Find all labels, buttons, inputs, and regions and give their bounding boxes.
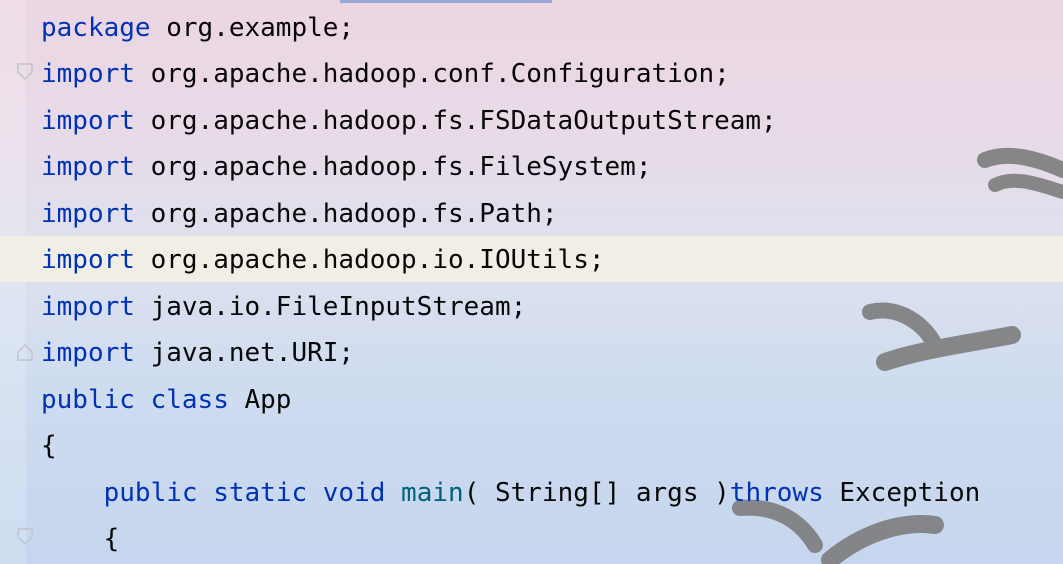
method-name: main	[385, 478, 464, 508]
code-text: org.apache.hadoop.conf.Configuration;	[134, 59, 730, 89]
parameters: ( String[] args )	[463, 478, 730, 508]
code-text: org.apache.hadoop.fs.FSDataOutputStream;	[134, 106, 777, 136]
code-text: org.apache.hadoop.fs.Path;	[134, 199, 558, 229]
code-line: import org.apache.hadoop.fs.FSDataOutput…	[41, 98, 777, 144]
keyword: void	[307, 478, 386, 508]
brace: {	[41, 431, 57, 461]
keyword: public	[103, 478, 198, 508]
code-text: org.example;	[150, 13, 355, 43]
code-line: public class App	[41, 377, 291, 423]
code-text: org.apache.hadoop.fs.FileSystem;	[134, 152, 652, 182]
keyword: import	[41, 338, 135, 368]
code-text: java.net.URI;	[134, 338, 355, 368]
keyword: static	[197, 478, 308, 508]
keyword: public	[41, 385, 135, 415]
code-text: org.apache.hadoop.io.IOUtils;	[134, 245, 605, 275]
keyword: import	[41, 59, 135, 89]
keyword: import	[41, 199, 135, 229]
code-line: import java.net.URI;	[41, 330, 354, 376]
code-editor[interactable]: package org.example; import org.apache.h…	[0, 0, 1063, 564]
editor-gutter	[0, 0, 33, 564]
exception-type: Exception	[823, 478, 981, 508]
code-line: {	[41, 423, 57, 469]
code-text: java.io.FileInputStream;	[134, 292, 527, 322]
code-line: import org.apache.hadoop.conf.Configurat…	[41, 51, 730, 97]
keyword: import	[41, 245, 135, 275]
keyword: import	[41, 152, 135, 182]
keyword: package	[41, 13, 151, 43]
keyword: import	[41, 292, 135, 322]
code-line: import java.io.FileInputStream;	[41, 284, 526, 330]
keyword: class	[134, 385, 229, 415]
code-line: import org.apache.hadoop.fs.Path;	[41, 191, 558, 237]
code-line-current: import org.apache.hadoop.io.IOUtils;	[41, 237, 605, 283]
code-line: import org.apache.hadoop.fs.FileSystem;	[41, 144, 651, 190]
code-line: public static void main( String[] args )…	[41, 470, 981, 516]
code-line: {	[41, 516, 120, 562]
class-name: App	[228, 385, 292, 415]
keyword: throws	[729, 478, 824, 508]
brace: {	[103, 524, 120, 554]
code-line: package org.example;	[41, 5, 354, 51]
keyword: import	[41, 106, 135, 136]
